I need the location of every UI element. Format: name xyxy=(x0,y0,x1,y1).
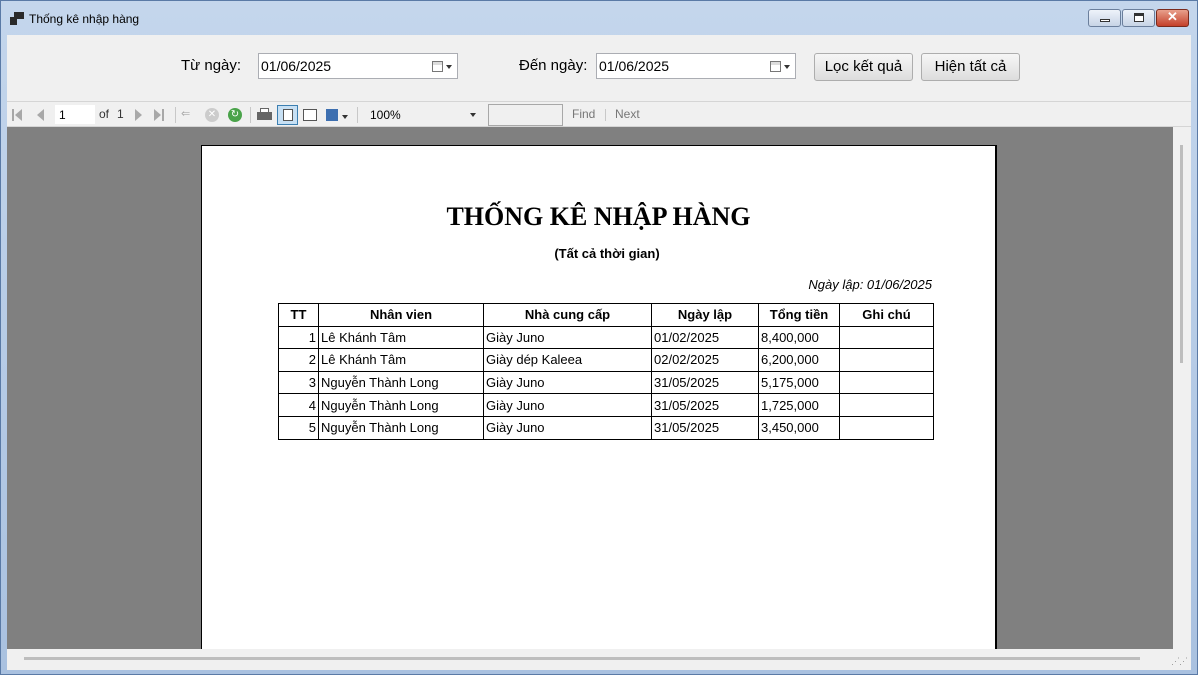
cell-note xyxy=(839,325,934,350)
calendar-icon xyxy=(432,61,443,72)
maximize-button[interactable] xyxy=(1122,9,1155,27)
find-input[interactable] xyxy=(488,104,563,126)
cell-tt: 4 xyxy=(278,393,319,417)
minimize-button[interactable] xyxy=(1088,9,1121,27)
filter-bar: Từ ngày: 01/06/2025 Đến ngày: 01/06/2025… xyxy=(7,35,1191,101)
cell-employee: Nguyễn Thành Long xyxy=(318,415,484,440)
cell-note xyxy=(839,393,934,417)
minimize-icon xyxy=(1100,19,1110,22)
scrollbar-thumb[interactable] xyxy=(1180,145,1183,363)
column-header: Nhân vien xyxy=(318,303,484,327)
cell-tt: 3 xyxy=(278,370,319,395)
table-row: 5 Nguyễn Thành Long Giày Juno 31/05/2025… xyxy=(278,415,934,440)
app-window: Thống kê nhập hàng ✕ Từ ngày: 01/06/2025… xyxy=(0,0,1198,675)
chevron-down-icon xyxy=(470,113,476,117)
cell-tt: 5 xyxy=(278,415,319,440)
find-link[interactable]: Find xyxy=(572,107,595,121)
cell-total: 3,450,000 xyxy=(758,415,840,440)
app-icon xyxy=(10,12,24,25)
from-date-label: Từ ngày: xyxy=(181,57,242,74)
table-row: 2 Lê Khánh Tâm Giày dép Kaleea 02/02/202… xyxy=(278,348,934,372)
report-table: TT Nhân vien Nhà cung cấp Ngày lập Tổng … xyxy=(278,303,934,440)
cell-employee: Lê Khánh Tâm xyxy=(318,325,484,350)
cell-date: 31/05/2025 xyxy=(651,415,759,440)
cell-total: 1,725,000 xyxy=(758,393,840,417)
report-page: THỐNG KÊ NHẬP HÀNG (Tất cả thời gian) Ng… xyxy=(201,145,997,649)
column-header: Ghi chú xyxy=(839,303,934,327)
cell-note xyxy=(839,370,934,395)
cell-note xyxy=(839,348,934,372)
maximize-icon xyxy=(1134,13,1144,22)
window-title: Thống kê nhập hàng xyxy=(29,12,140,26)
title-bar[interactable]: Thống kê nhập hàng ✕ xyxy=(1,1,1197,35)
to-date-label: Đến ngày: xyxy=(519,57,588,74)
next-page-icon[interactable] xyxy=(131,107,147,123)
table-header-row: TT Nhân vien Nhà cung cấp Ngày lập Tổng … xyxy=(278,303,934,327)
cell-date: 01/02/2025 xyxy=(651,325,759,350)
cell-employee: Lê Khánh Tâm xyxy=(318,348,484,372)
column-header: TT xyxy=(278,303,319,327)
cell-date: 31/05/2025 xyxy=(651,370,759,395)
calendar-icon xyxy=(770,61,781,72)
cell-supplier: Giày Juno xyxy=(483,370,652,395)
refresh-icon[interactable]: ↻ xyxy=(227,107,243,123)
cell-supplier: Giày dép Kaleea xyxy=(483,348,652,372)
close-button[interactable]: ✕ xyxy=(1156,9,1189,27)
back-icon[interactable]: ⇐ xyxy=(181,107,197,123)
zoom-value: 100% xyxy=(370,108,401,122)
from-date-picker[interactable]: 01/06/2025 xyxy=(258,53,458,79)
table-row: 1 Lê Khánh Tâm Giày Juno 01/02/2025 8,40… xyxy=(278,325,934,350)
column-header: Ngày lập xyxy=(651,303,759,327)
cell-tt: 2 xyxy=(278,348,319,372)
cell-total: 6,200,000 xyxy=(758,348,840,372)
from-date-value: 01/06/2025 xyxy=(261,58,332,74)
filter-button[interactable]: Lọc kết quả xyxy=(814,53,913,81)
table-row: 3 Nguyễn Thành Long Giày Juno 31/05/2025… xyxy=(278,370,934,395)
resize-grip-icon[interactable]: ⋰⋰ xyxy=(1171,656,1188,667)
stop-icon[interactable]: ✕ xyxy=(204,107,220,123)
cell-supplier: Giày Juno xyxy=(483,393,652,417)
chevron-down-icon xyxy=(446,65,452,69)
column-header: Tổng tiền xyxy=(758,303,840,327)
cell-date: 02/02/2025 xyxy=(651,348,759,372)
print-layout-icon[interactable] xyxy=(277,105,298,125)
client-area: Từ ngày: 01/06/2025 Đến ngày: 01/06/2025… xyxy=(7,35,1191,670)
current-page-input[interactable]: 1 xyxy=(55,105,95,124)
of-label: of xyxy=(99,107,110,121)
cell-note xyxy=(839,415,934,440)
previous-page-icon[interactable] xyxy=(33,107,49,123)
page-setup-icon[interactable] xyxy=(302,107,318,123)
cell-employee: Nguyễn Thành Long xyxy=(318,370,484,395)
cell-supplier: Giày Juno xyxy=(483,415,652,440)
show-all-button[interactable]: Hiện tất cả xyxy=(921,53,1020,81)
last-page-icon[interactable] xyxy=(151,107,167,123)
table-row: 4 Nguyễn Thành Long Giày Juno 31/05/2025… xyxy=(278,393,934,417)
export-icon[interactable] xyxy=(325,107,348,123)
to-date-value: 01/06/2025 xyxy=(599,58,670,74)
cell-total: 5,175,000 xyxy=(758,370,840,395)
chevron-down-icon xyxy=(784,65,790,69)
report-title: THỐNG KÊ NHẬP HÀNG xyxy=(446,202,751,231)
total-pages: 1 xyxy=(117,107,124,121)
cell-supplier: Giày Juno xyxy=(483,325,652,350)
scrollbar-thumb[interactable] xyxy=(24,657,1140,660)
cell-total: 8,400,000 xyxy=(758,325,840,350)
report-viewer[interactable]: THỐNG KÊ NHẬP HÀNG (Tất cả thời gian) Ng… xyxy=(7,127,1173,649)
print-icon[interactable] xyxy=(256,107,272,123)
first-page-icon[interactable] xyxy=(11,107,27,123)
zoom-dropdown[interactable]: 100% xyxy=(366,105,480,124)
close-icon: ✕ xyxy=(1167,9,1178,24)
vertical-scrollbar[interactable] xyxy=(1173,127,1191,649)
cell-employee: Nguyễn Thành Long xyxy=(318,393,484,417)
cell-tt: 1 xyxy=(278,325,319,350)
report-toolbar: 1 of 1 ⇐ ✕ ↻ 100% Find Next xyxy=(7,101,1191,127)
to-date-picker[interactable]: 01/06/2025 xyxy=(596,53,796,79)
next-link[interactable]: Next xyxy=(615,107,640,121)
horizontal-scrollbar[interactable]: ⋰⋰ xyxy=(7,649,1191,670)
report-subtitle: (Tất cả thời gian) xyxy=(554,246,660,261)
cell-date: 31/05/2025 xyxy=(651,393,759,417)
report-created-date: Ngày lập: 01/06/2025 xyxy=(808,277,932,292)
column-header: Nhà cung cấp xyxy=(483,303,652,327)
